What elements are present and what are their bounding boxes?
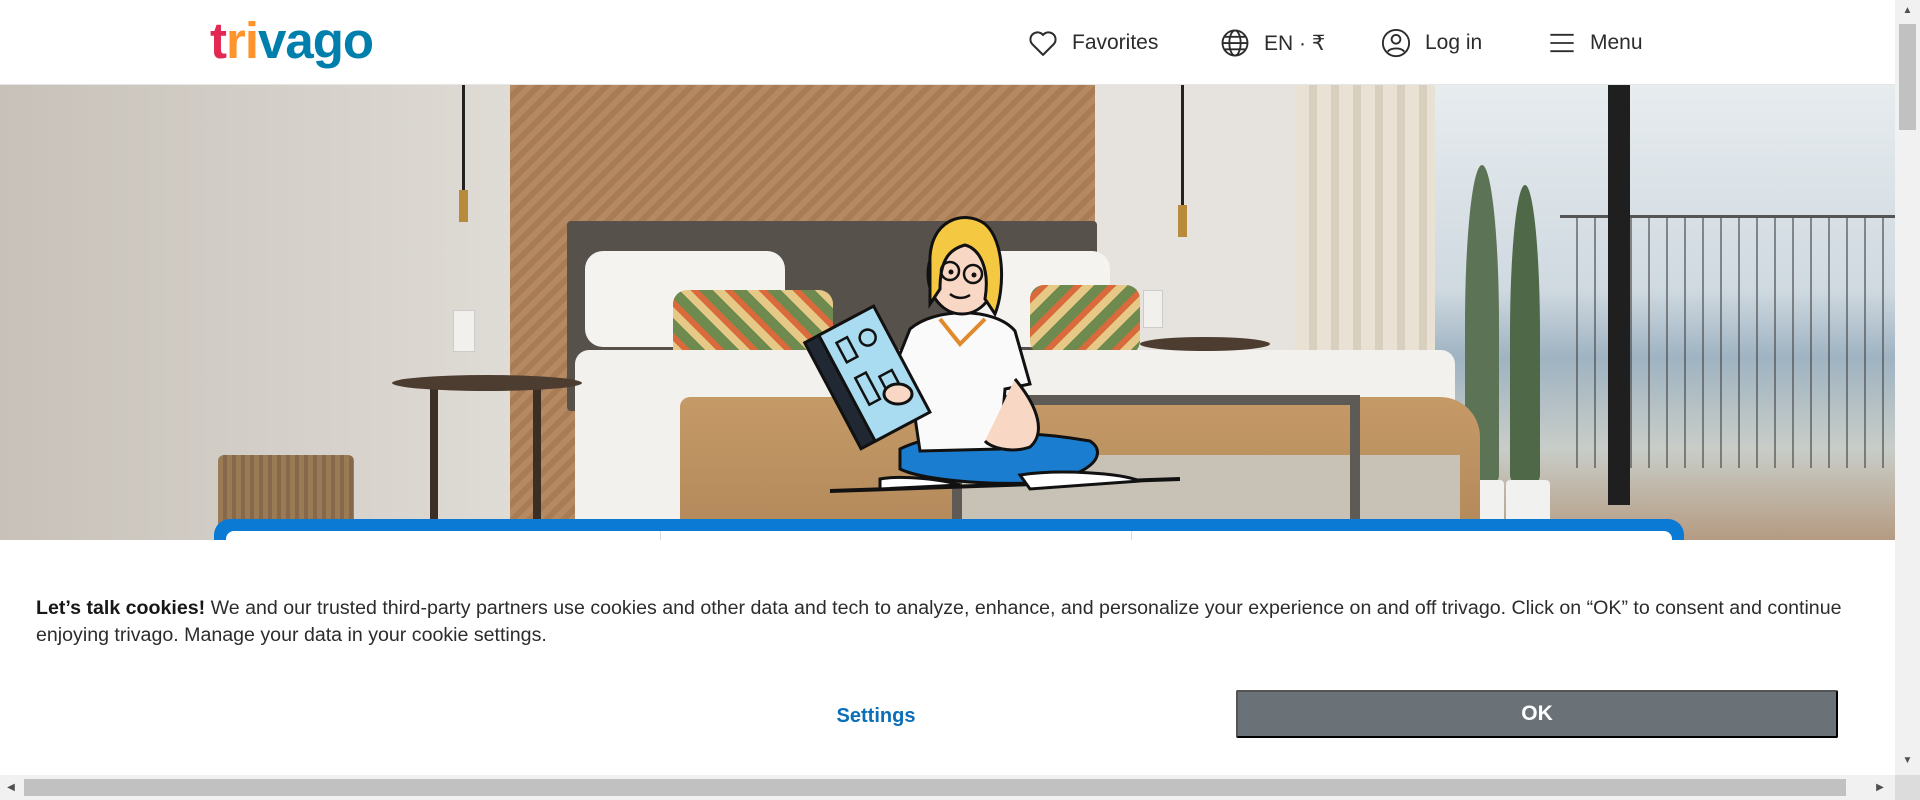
hero-outlet: [453, 310, 475, 352]
hero-nightstand: [533, 385, 541, 540]
user-icon: [1381, 28, 1411, 58]
language-label: EN · ₹: [1264, 31, 1326, 55]
person-reading-icon: [802, 216, 1180, 493]
logo-letter: go: [312, 12, 374, 69]
heart-icon: [1028, 29, 1058, 57]
hero-nightstand: [392, 375, 582, 391]
login-button[interactable]: Log in: [1381, 22, 1482, 64]
language-currency-button[interactable]: EN · ₹: [1220, 22, 1325, 64]
logo-letter: t: [210, 12, 227, 69]
search-divider: [660, 531, 661, 540]
horizontal-scrollbar-thumb[interactable]: [24, 779, 1846, 796]
hero-nightstand: [430, 385, 438, 540]
hero-lamp: [1181, 85, 1184, 205]
scroll-down-arrow-icon[interactable]: ▼: [1899, 754, 1916, 768]
menu-label: Menu: [1590, 31, 1643, 54]
hero-window-frame: [1608, 85, 1630, 505]
search-bar[interactable]: [226, 531, 1672, 540]
cookie-banner: Let’s talk cookies! We and our trusted t…: [0, 541, 1895, 775]
hero-image: [0, 85, 1895, 540]
scroll-up-arrow-icon[interactable]: ▲: [1899, 4, 1916, 18]
cookie-settings-button[interactable]: Settings: [706, 691, 1046, 741]
trivago-logo[interactable]: trivago: [210, 12, 374, 69]
favorites-label: Favorites: [1072, 31, 1159, 54]
scroll-left-arrow-icon[interactable]: ◀: [4, 780, 18, 796]
logo-letter: va: [258, 12, 314, 69]
globe-icon: [1220, 28, 1250, 58]
cookie-ok-button[interactable]: OK: [1236, 690, 1838, 738]
login-label: Log in: [1425, 31, 1483, 54]
cookie-heading: Let’s talk cookies!: [36, 597, 206, 619]
cookie-message: Let’s talk cookies! We and our trusted t…: [36, 595, 1856, 649]
search-divider: [1131, 531, 1132, 540]
hero-lamp: [462, 85, 465, 190]
cookie-body: We and our trusted third-party partners …: [36, 597, 1842, 646]
hero-lamp: [459, 190, 468, 222]
vertical-scrollbar-thumb[interactable]: [1899, 24, 1916, 130]
site-header: trivago Favorites EN · ₹ Log in Menu: [0, 0, 1895, 85]
menu-button[interactable]: Menu: [1548, 22, 1643, 64]
logo-letter: ri: [225, 12, 259, 69]
hero-plant: [1510, 185, 1540, 485]
scroll-right-arrow-icon[interactable]: ▶: [1873, 780, 1887, 796]
scrollbar-corner: [1895, 775, 1920, 800]
hamburger-icon: [1548, 31, 1576, 55]
favorites-button[interactable]: Favorites: [1028, 22, 1158, 64]
hero-plant-pot: [1506, 480, 1550, 522]
